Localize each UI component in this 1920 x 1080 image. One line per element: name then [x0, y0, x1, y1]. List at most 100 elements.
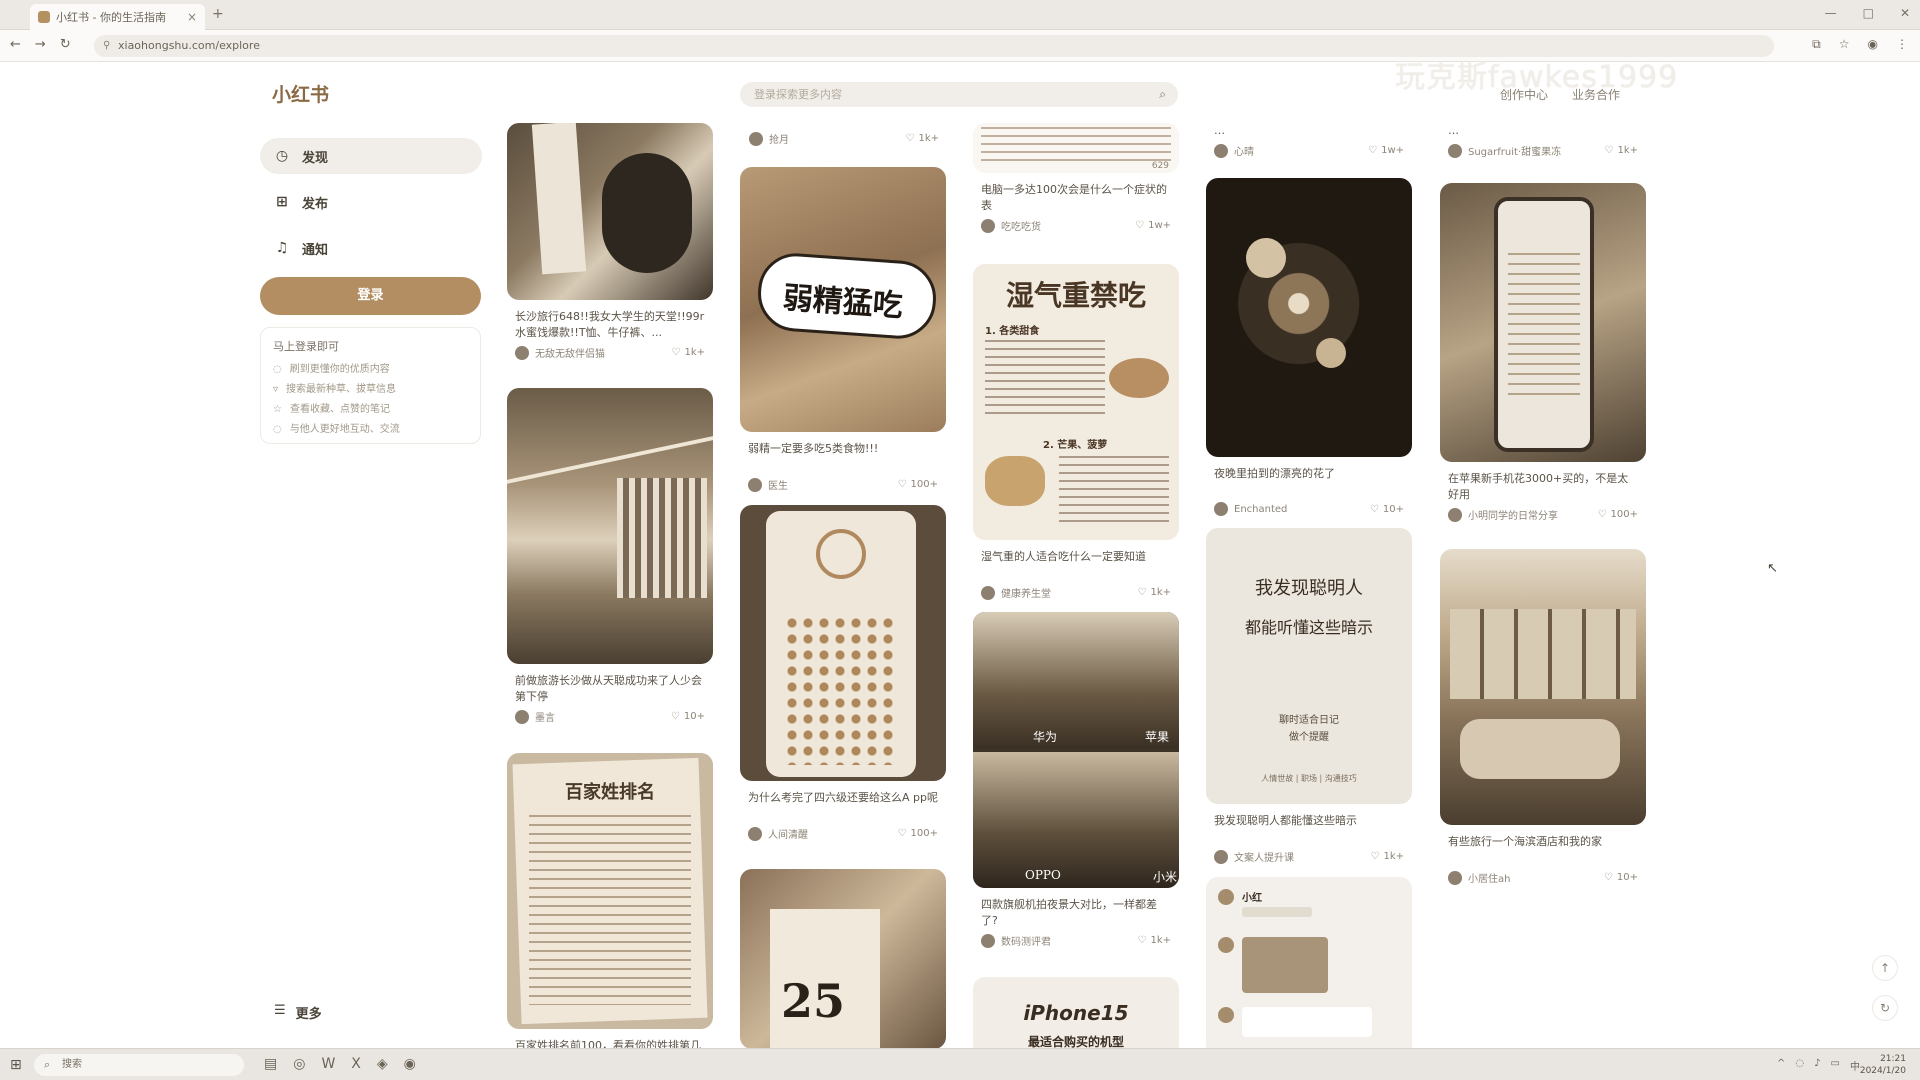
note-author[interactable]: 抢月: [749, 131, 789, 146]
taskbar-apps: ▤ ◎ W X ◈ ◉: [264, 1056, 416, 1072]
avatar: [981, 933, 995, 948]
taskbar-clock[interactable]: 21:21 2024/1/20: [1860, 1053, 1906, 1077]
note-card[interactable]: 湿气重禁吃 1. 各类甜食 2. 芒果、菠萝 湿气重的人适合吃什么一定要知道 健…: [973, 264, 1179, 600]
like-count[interactable]: ♡ 1w+: [1368, 145, 1404, 156]
note-author[interactable]: Sugarfruit·甜蜜果冻: [1448, 143, 1561, 158]
note-cover-image[interactable]: iPhone15 最适合购买的机型: [973, 977, 1179, 1048]
note-card-tail[interactable]: 抢月 ♡ 1k+: [741, 131, 947, 146]
like-count[interactable]: ♡ 10+: [1604, 872, 1638, 883]
like-count[interactable]: ♡ 1k+: [1137, 935, 1171, 946]
note-title[interactable]: 四款旗舰机拍夜景大对比，一样都差了?: [973, 897, 1179, 929]
fruit-image: [985, 456, 1045, 506]
avatar: [1448, 143, 1462, 158]
note-title[interactable]: 为什么考完了四六级还要给这么A pp呢: [740, 790, 946, 822]
excel-icon[interactable]: X: [351, 1056, 361, 1072]
note-card[interactable]: 华为 苹果 OPPO 小米 四款旗舰机拍夜景大对比，一样都差了? 数码测评君 ♡…: [973, 612, 1179, 948]
back-to-top-button[interactable]: ↑: [1872, 955, 1898, 981]
note-author[interactable]: 医生: [748, 477, 788, 492]
refresh-button[interactable]: ↻: [1872, 995, 1898, 1021]
chevron-up-icon[interactable]: ^: [1777, 1058, 1785, 1073]
note-card[interactable]: 25: [740, 869, 946, 1048]
note-title[interactable]: 前做旅游长沙做从天聪成功来了人少会第下停: [507, 673, 713, 705]
note-cover-image[interactable]: 小红: [1206, 877, 1412, 1048]
note-author[interactable]: 墨言: [515, 709, 555, 724]
note-card[interactable]: 长沙旅行648!!我女大学生的天堂!!99r水蜜饯爆款!!T恤、牛仔裤、... …: [507, 123, 713, 360]
note-title[interactable]: 夜晚里拍到的漂亮的花了: [1206, 466, 1412, 498]
note-author[interactable]: 人间清醒: [748, 826, 808, 841]
note-cover-image[interactable]: [1440, 549, 1646, 825]
note-card[interactable]: 为什么考完了四六级还要给这么A pp呢 人间清醒 ♡ 100+: [740, 505, 946, 841]
like-count[interactable]: ♡ 1k+: [1370, 851, 1404, 862]
note-card[interactable]: iPhone15 最适合购买的机型: [973, 977, 1179, 1048]
like-count[interactable]: ♡ 1k+: [671, 347, 705, 358]
note-author[interactable]: 无敌无敌伴侣猫: [515, 345, 605, 360]
avatar: [1218, 937, 1234, 953]
note-cover-image[interactable]: [507, 123, 713, 300]
note-cover-image[interactable]: [507, 388, 713, 664]
note-cover-image[interactable]: 弱精猛吃: [740, 167, 946, 432]
word-icon[interactable]: W: [321, 1056, 335, 1072]
note-title[interactable]: 我发现聪明人都能懂这些暗示: [1206, 813, 1412, 845]
note-card-tail[interactable]: … Sugarfruit·甜蜜果冻 ♡ 1k+: [1440, 123, 1646, 158]
note-cover-image[interactable]: 25: [740, 869, 946, 1048]
note-card-tail[interactable]: … 心晴 ♡ 1w+: [1206, 123, 1412, 158]
note-cover-image[interactable]: 629: [973, 123, 1179, 173]
note-title[interactable]: 电脑一多达100次会是什么一个症状的表: [973, 182, 1179, 214]
like-count[interactable]: ♡ 1k+: [1604, 145, 1638, 156]
taskbar-search[interactable]: ⌕ 搜索: [34, 1054, 244, 1076]
note-cover-image[interactable]: [1206, 178, 1412, 457]
image-line: 都能听懂这些暗示: [1244, 618, 1373, 637]
chrome-icon[interactable]: ◉: [404, 1056, 416, 1072]
note-card[interactable]: 弱精猛吃 弱精一定要多吃5类食物!!! 医生 ♡ 100+: [740, 167, 946, 492]
note-card[interactable]: 夜晚里拍到的漂亮的花了 Enchanted ♡ 10+: [1206, 178, 1412, 516]
note-title[interactable]: 有些旅行一个海滨酒店和我的家: [1440, 834, 1646, 866]
like-count[interactable]: ♡ 100+: [898, 828, 938, 839]
note-author[interactable]: 文案人提升课: [1214, 849, 1294, 864]
note-cover-image[interactable]: 华为 苹果 OPPO 小米: [973, 612, 1179, 888]
note-card[interactable]: 前做旅游长沙做从天聪成功来了人少会第下停 墨言 ♡ 10+: [507, 388, 713, 724]
note-cover-image[interactable]: 我发现聪明人 都能听懂这些暗示 聊时适合日记 做个提醒 人情世故 | 职场 | …: [1206, 528, 1412, 804]
note-card[interactable]: 629 电脑一多达100次会是什么一个症状的表 吃吃吃货 ♡ 1w+: [973, 123, 1179, 233]
note-author[interactable]: 健康养生堂: [981, 585, 1051, 600]
note-card[interactable]: 我发现聪明人 都能听懂这些暗示 聊时适合日记 做个提醒 人情世故 | 职场 | …: [1206, 528, 1412, 864]
note-cover-image[interactable]: 湿气重禁吃 1. 各类甜食 2. 芒果、菠萝: [973, 264, 1179, 540]
note-title[interactable]: 弱精一定要多吃5类食物!!!: [740, 441, 946, 473]
like-count[interactable]: ♡ 10+: [1370, 504, 1404, 515]
like-count[interactable]: ♡ 1w+: [1135, 220, 1171, 231]
note-title: …: [1214, 124, 1225, 137]
like-count[interactable]: ♡ 10+: [671, 711, 705, 722]
volume-icon[interactable]: ♪: [1814, 1058, 1820, 1073]
like-count[interactable]: ♡ 1k+: [1137, 587, 1171, 598]
input-method-icon[interactable]: 中: [1850, 1058, 1860, 1073]
text-lines: [1059, 456, 1169, 526]
note-author[interactable]: 小居住ah: [1448, 870, 1510, 885]
like-count[interactable]: ♡ 100+: [1598, 509, 1638, 520]
file-explorer-icon[interactable]: ▤: [264, 1056, 277, 1072]
windows-start-icon[interactable]: ⊞: [10, 1057, 22, 1073]
note-title[interactable]: 百家姓排名前100，看看你的姓排第几: [507, 1038, 713, 1048]
note-card[interactable]: 在苹果新手机花3000+买的，不是太好用 小明同学的日常分享 ♡ 100+: [1440, 183, 1646, 522]
network-icon[interactable]: ◌: [1795, 1058, 1804, 1073]
note-card[interactable]: 小红: [1206, 877, 1412, 1048]
note-card[interactable]: 百家姓排名 百家姓排名前100，看看你的姓排第几: [507, 753, 713, 1048]
heart-icon: ♡: [1137, 935, 1147, 946]
note-cover-image[interactable]: [1440, 183, 1646, 462]
image-text: iPhone15: [1023, 1001, 1129, 1025]
like-count[interactable]: ♡ 1k+: [905, 133, 939, 144]
note-author[interactable]: Enchanted: [1214, 502, 1287, 516]
note-title[interactable]: 湿气重的人适合吃什么一定要知道: [973, 549, 1179, 581]
note-cover-image[interactable]: [740, 505, 946, 781]
note-author[interactable]: 小明同学的日常分享: [1448, 507, 1558, 522]
note-card[interactable]: 有些旅行一个海滨酒店和我的家 小居住ah ♡ 10+: [1440, 549, 1646, 885]
note-author[interactable]: 数码测评君: [981, 933, 1051, 948]
note-author[interactable]: 吃吃吃货: [981, 218, 1041, 233]
note-cover-image[interactable]: 百家姓排名: [507, 753, 713, 1029]
heart-icon: ♡: [897, 479, 907, 490]
like-count[interactable]: ♡ 100+: [898, 479, 938, 490]
battery-icon[interactable]: ▭: [1831, 1058, 1840, 1073]
note-title[interactable]: 长沙旅行648!!我女大学生的天堂!!99r水蜜饯爆款!!T恤、牛仔裤、...: [507, 309, 713, 341]
browser-icon[interactable]: ◎: [293, 1056, 305, 1072]
app-icon[interactable]: ◈: [377, 1056, 388, 1072]
note-author[interactable]: 心晴: [1214, 143, 1254, 158]
note-title[interactable]: 在苹果新手机花3000+买的，不是太好用: [1440, 471, 1646, 503]
